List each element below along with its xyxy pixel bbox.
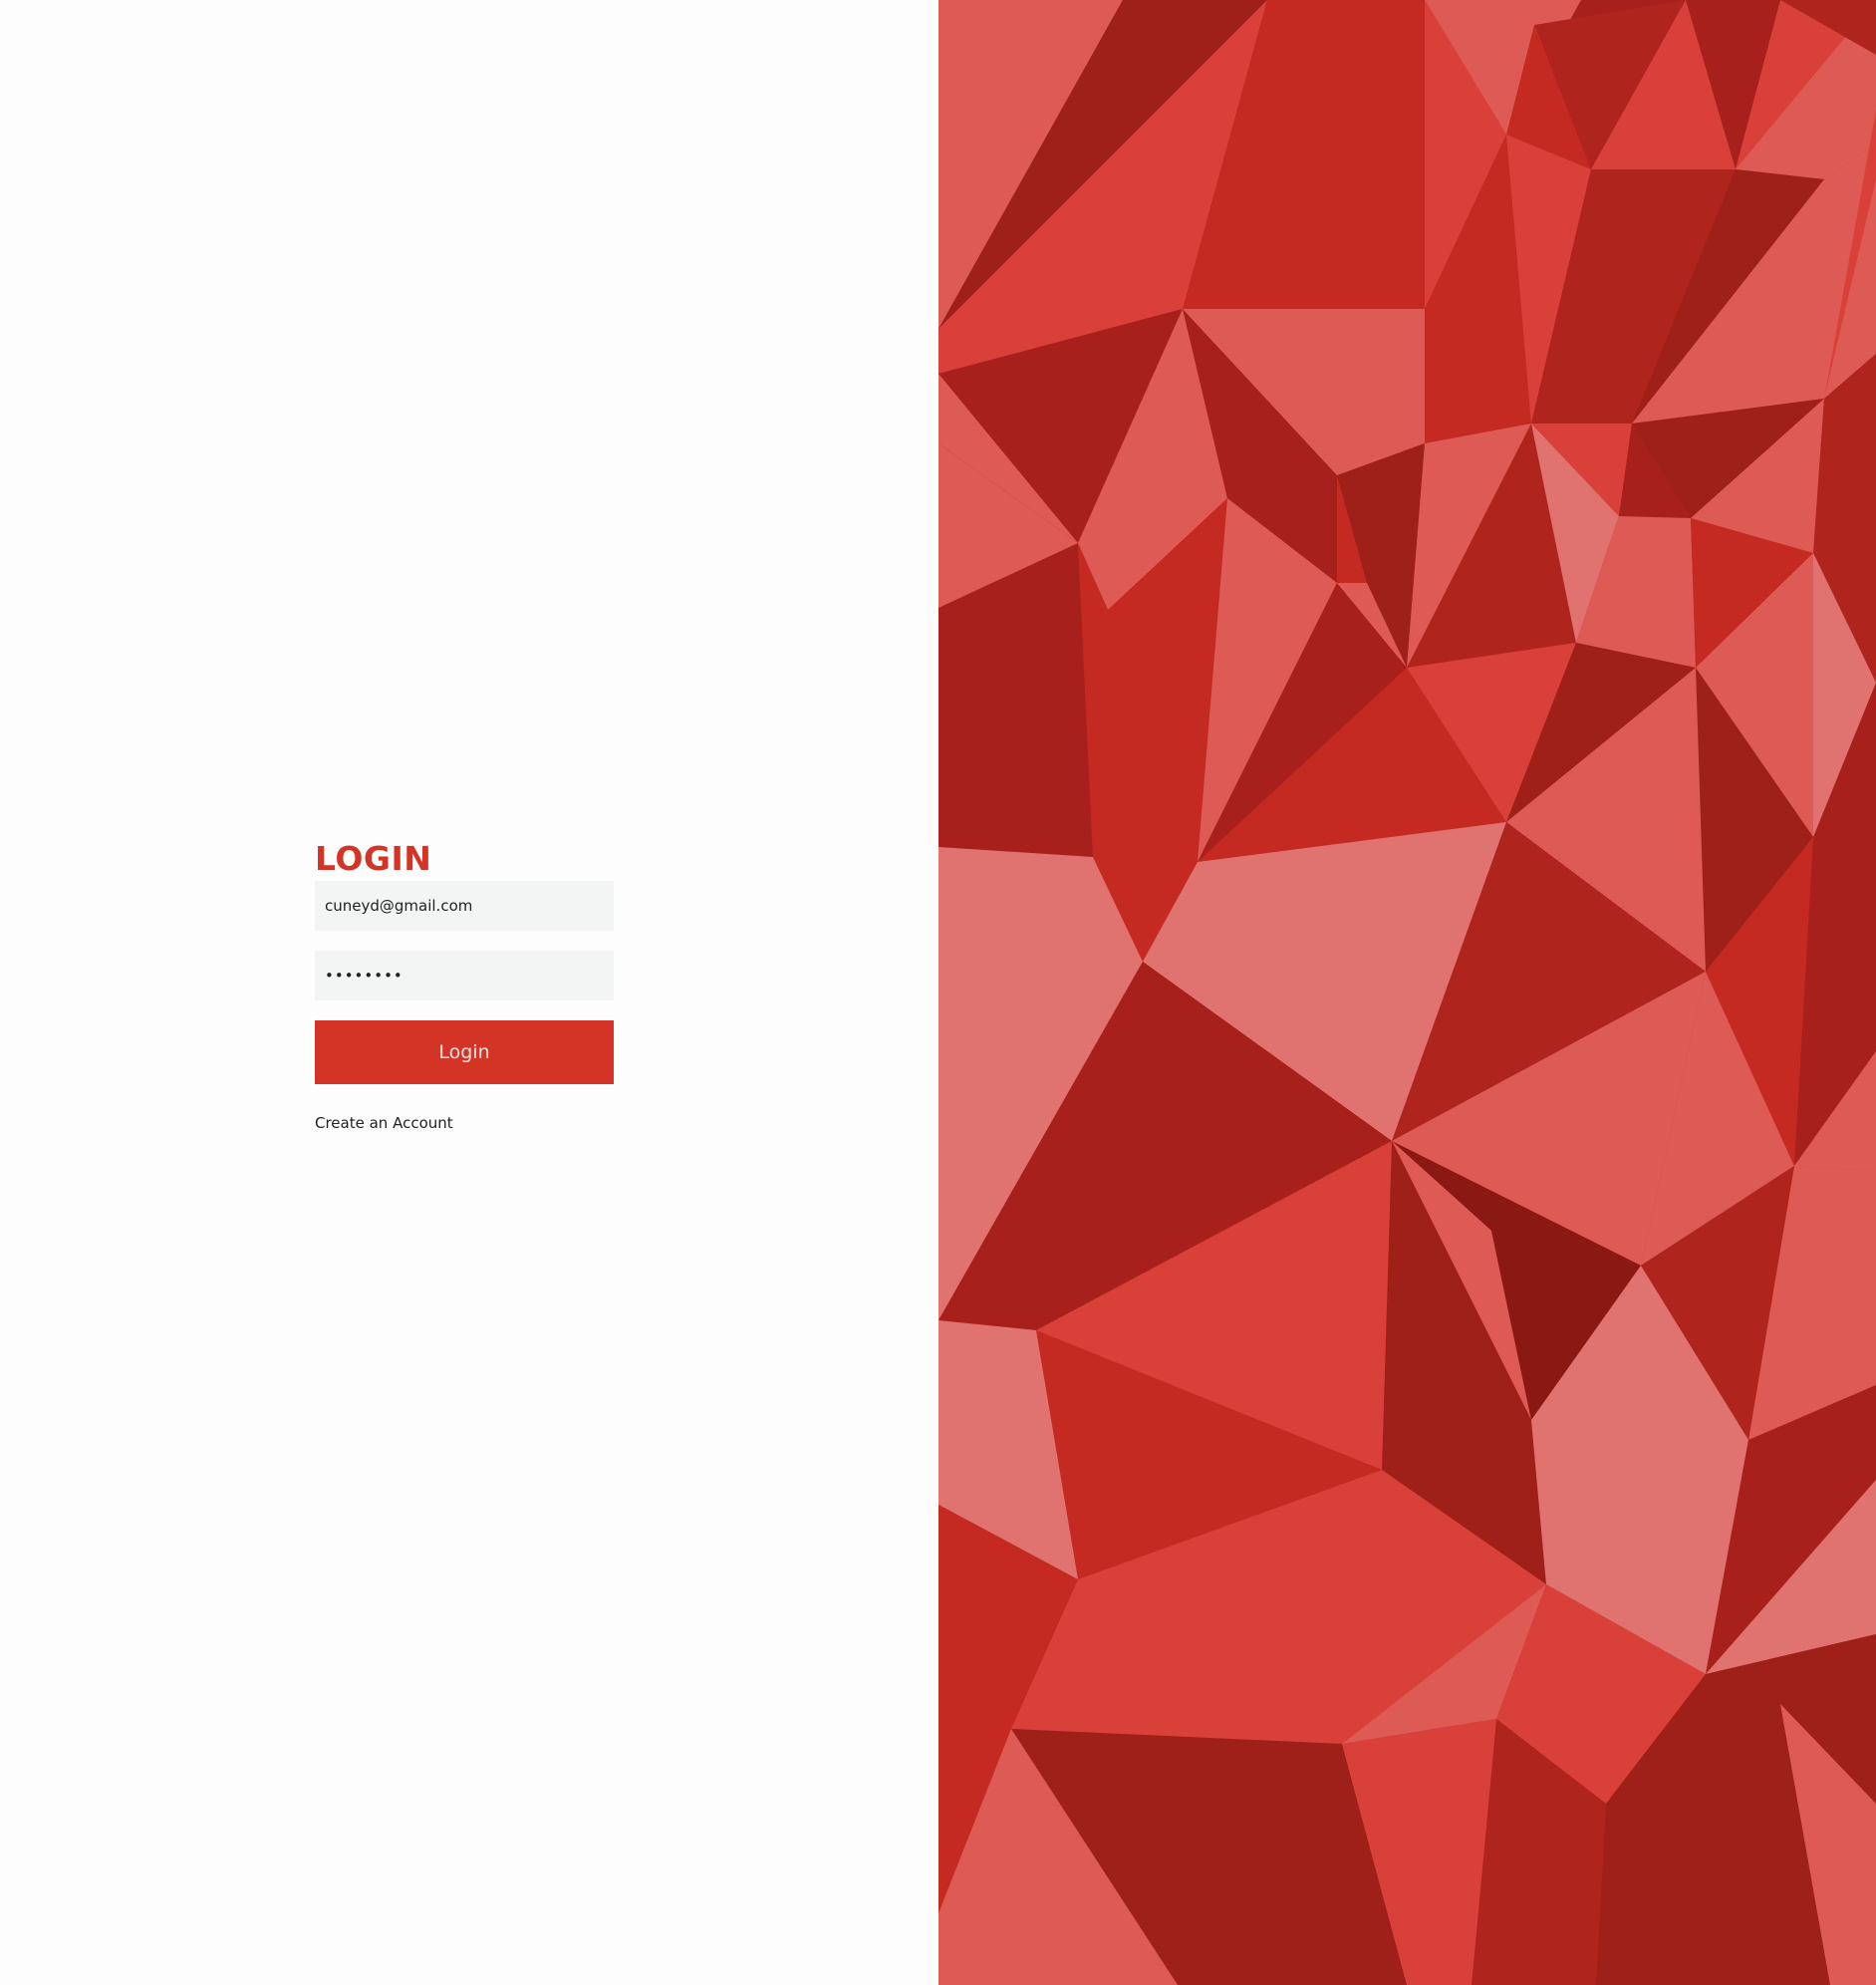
- create-account-link[interactable]: Create an Account: [315, 1114, 453, 1132]
- low-poly-background: [938, 0, 1876, 1985]
- login-button[interactable]: Login: [315, 1020, 614, 1084]
- login-panel: LOGIN Login Create an Account: [0, 0, 938, 1985]
- email-field[interactable]: [315, 881, 614, 931]
- low-poly-pattern: [938, 0, 1876, 1985]
- login-page: LOGIN Login Create an Account: [0, 0, 1876, 1985]
- login-title: LOGIN: [315, 839, 432, 878]
- login-form: LOGIN Login Create an Account: [315, 837, 614, 1132]
- password-field[interactable]: [315, 951, 614, 1000]
